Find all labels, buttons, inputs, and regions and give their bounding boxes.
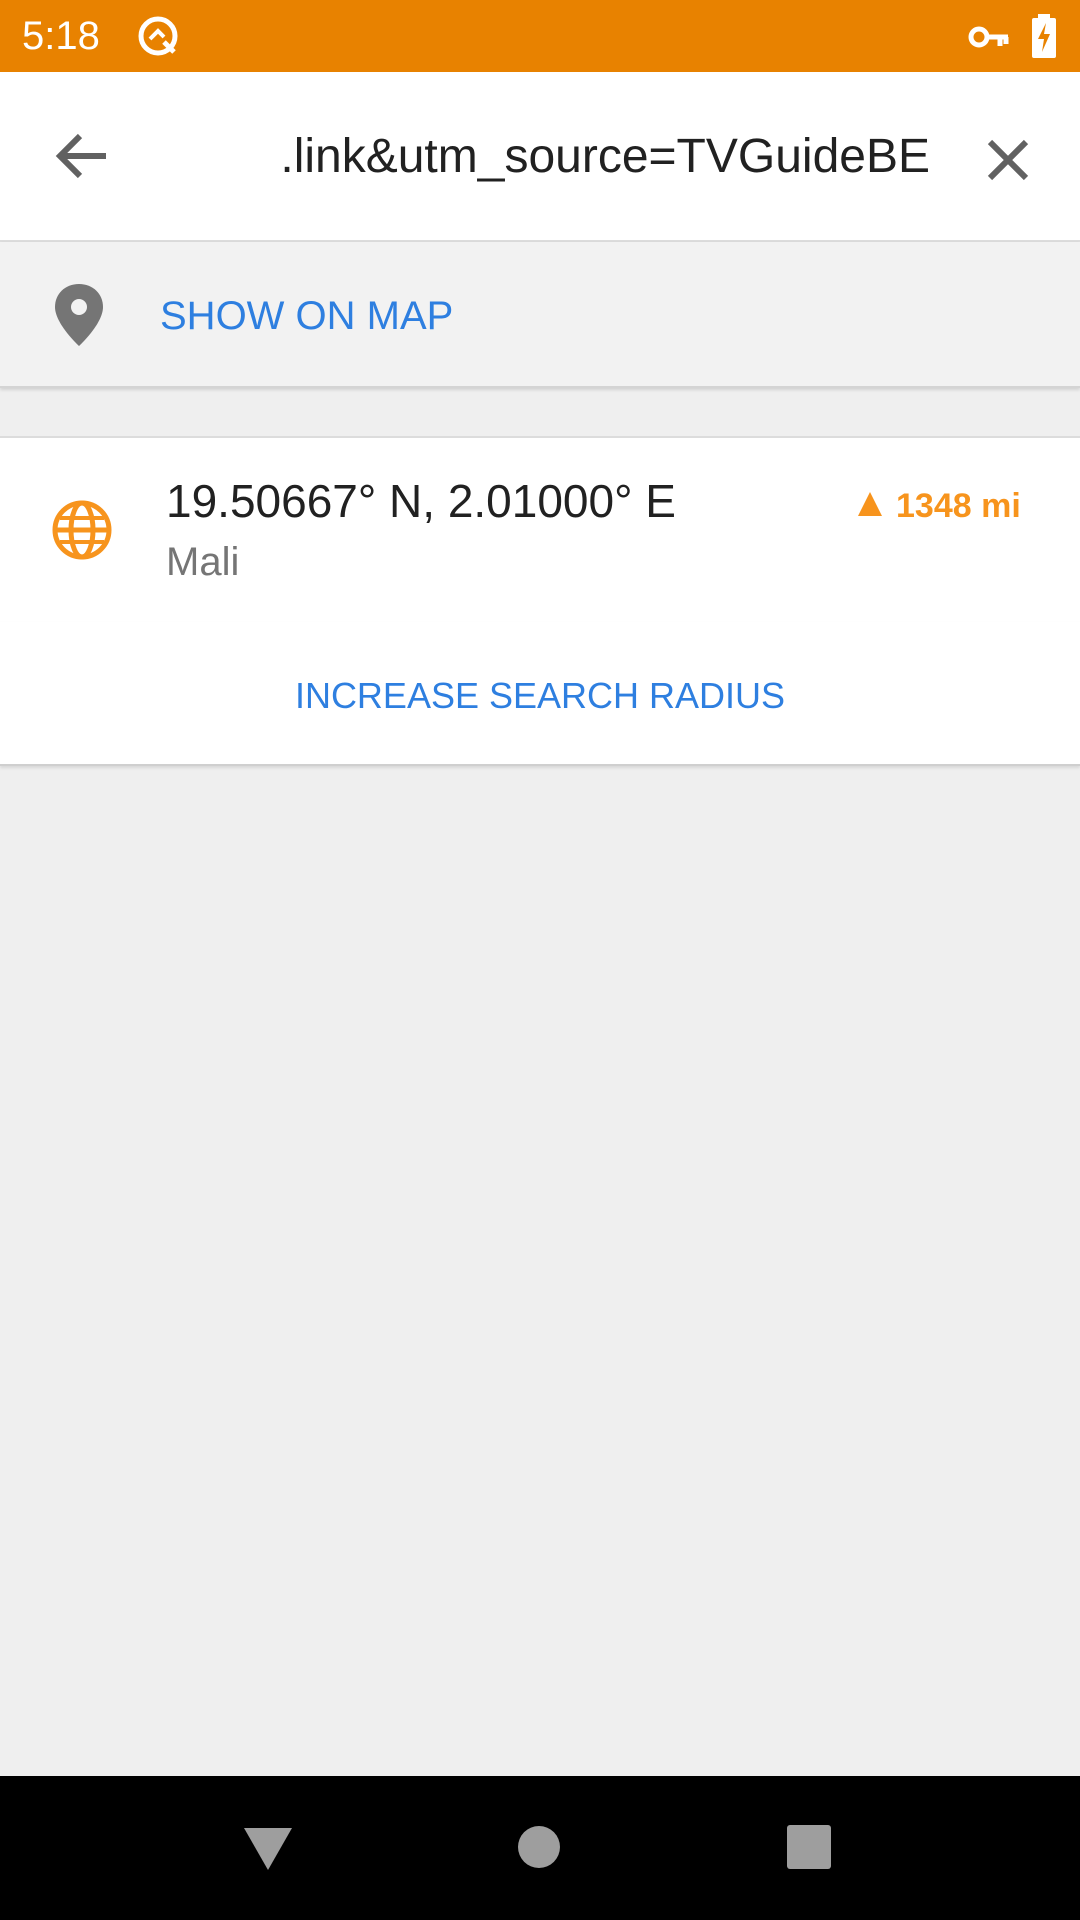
status-bar: 5:18 <box>0 0 1080 72</box>
status-time: 5:18 <box>22 14 100 58</box>
app-notification-icon <box>138 16 178 56</box>
navigation-bar <box>0 1776 1080 1920</box>
direction-arrow-icon <box>858 492 882 516</box>
distance-text: 1348 mi <box>896 487 1021 525</box>
result-coordinates: 19.50667° N, 2.01000° E <box>166 475 676 527</box>
nav-recents-icon[interactable] <box>786 1824 832 1870</box>
close-icon[interactable] <box>968 120 1048 200</box>
arrow-back-icon[interactable] <box>42 116 122 196</box>
nav-back-icon[interactable] <box>242 1824 294 1872</box>
increase-search-radius-button[interactable]: INCREASE SEARCH RADIUS <box>0 622 1080 766</box>
battery-charging-icon <box>1032 14 1056 58</box>
nav-home-icon[interactable] <box>516 1824 562 1870</box>
distance-badge: 1348 mi <box>856 486 1032 526</box>
vpn-key-icon <box>968 26 1009 48</box>
show-on-map-button[interactable]: SHOW ON MAP <box>0 242 1080 388</box>
search-bar <box>0 72 1080 242</box>
location-pin-icon <box>55 284 103 346</box>
globe-icon <box>52 500 112 560</box>
increase-search-radius-label: INCREASE SEARCH RADIUS <box>294 675 786 716</box>
show-on-map-label: SHOW ON MAP <box>160 294 454 338</box>
list-item[interactable]: 19.50667° N, 2.01000° E Mali 1348 mi <box>0 436 1080 624</box>
result-country: Mali <box>166 540 240 584</box>
search-input[interactable] <box>210 120 930 192</box>
